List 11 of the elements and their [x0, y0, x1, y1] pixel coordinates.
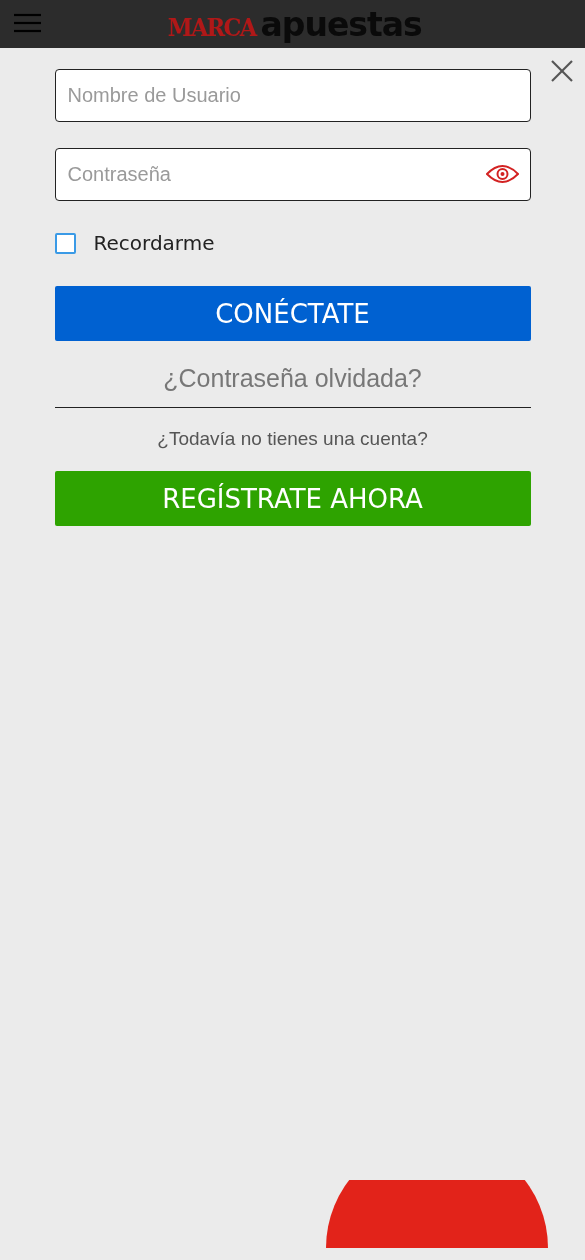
- register-button[interactable]: REGÍSTRATE AHORA: [54, 471, 531, 526]
- close-icon[interactable]: [551, 60, 573, 82]
- forgot-password-link[interactable]: ¿Contraseña olvidada?: [163, 364, 422, 393]
- password-field[interactable]: Contraseña: [54, 148, 531, 201]
- round-button[interactable]: [326, 1180, 548, 1248]
- eye-icon[interactable]: [485, 164, 519, 184]
- checkbox[interactable]: [54, 232, 76, 254]
- no-account-text: ¿Todavía no tienes una cuenta?: [157, 428, 428, 450]
- checkbox-label: Recordarme: [93, 231, 215, 255]
- username-field[interactable]: Nombre de Usuario: [54, 69, 531, 122]
- login-button[interactable]: CONÉCTATE: [54, 286, 531, 341]
